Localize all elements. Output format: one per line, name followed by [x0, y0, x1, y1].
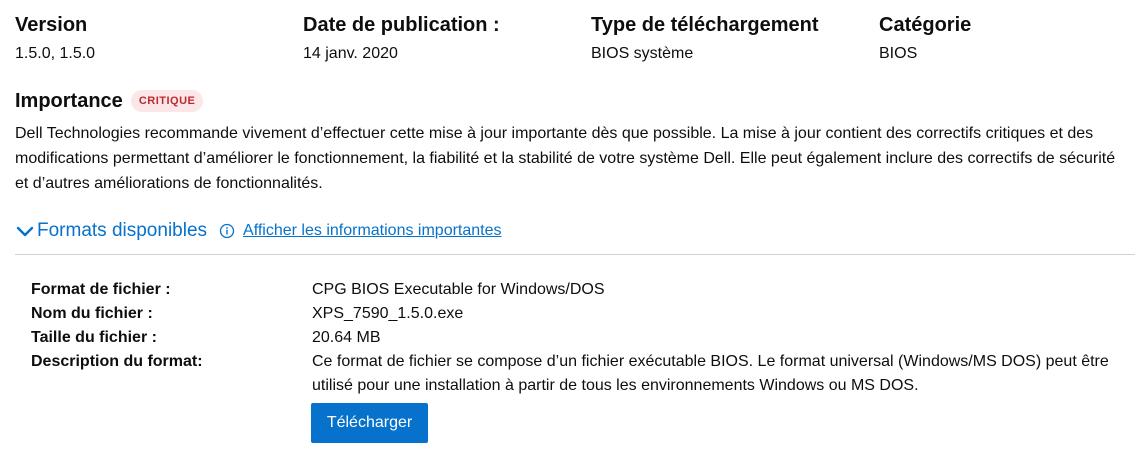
release-date-value: 14 janv. 2020	[303, 45, 398, 62]
file-name-value: XPS_7590_1.5.0.exe	[312, 305, 464, 322]
importance-header: Importance CRITIQUE	[15, 88, 204, 114]
release-date-label: Date de publication :	[303, 14, 500, 36]
file-format-value: CPG BIOS Executable for Windows/DOS	[312, 281, 605, 298]
file-size-row: Taille du fichier : 20.64 MB	[31, 326, 1131, 350]
download-button[interactable]: Télécharger	[311, 403, 428, 443]
chevron-down-icon[interactable]	[15, 221, 35, 241]
version-column: Version 1.5.0, 1.5.0	[15, 12, 95, 64]
download-type-column: Type de téléchargement BIOS système	[591, 12, 818, 64]
importance-title: Importance	[15, 90, 123, 112]
version-value: 1.5.0, 1.5.0	[15, 45, 96, 62]
release-date-column: Date de publication : 14 janv. 2020	[303, 12, 500, 64]
formats-section-header: Formats disponibles Afficher les informa…	[15, 220, 502, 242]
info-icon	[219, 223, 235, 239]
download-type-value: BIOS système	[591, 45, 694, 62]
section-divider	[15, 254, 1135, 255]
format-description-label: Description du format:	[31, 353, 203, 370]
formats-toggle[interactable]: Formats disponibles	[37, 220, 207, 242]
file-name-label: Nom du fichier :	[31, 305, 153, 322]
important-info-link[interactable]: Afficher les informations importantes	[243, 222, 501, 240]
category-label: Catégorie	[879, 14, 972, 36]
file-details: Format de fichier : CPG BIOS Executable …	[31, 278, 1131, 398]
format-description-row: Description du format: Ce format de fich…	[31, 350, 1131, 398]
format-description-value: Ce format de fichier se compose d’un fic…	[312, 353, 1109, 394]
download-type-label: Type de téléchargement	[591, 14, 819, 36]
file-size-value: 20.64 MB	[312, 329, 381, 346]
category-value: BIOS	[879, 45, 918, 62]
driver-metadata: Version 1.5.0, 1.5.0 Date de publication…	[15, 12, 1144, 72]
file-format-row: Format de fichier : CPG BIOS Executable …	[31, 278, 1131, 302]
file-format-label: Format de fichier :	[31, 281, 171, 298]
importance-description: Dell Technologies recommande vivement d’…	[15, 125, 1116, 192]
file-size-label: Taille du fichier :	[31, 329, 157, 346]
file-name-row: Nom du fichier : XPS_7590_1.5.0.exe	[31, 302, 1131, 326]
critical-badge: CRITIQUE	[130, 90, 204, 112]
version-label: Version	[15, 14, 88, 36]
category-column: Catégorie BIOS	[879, 12, 971, 64]
